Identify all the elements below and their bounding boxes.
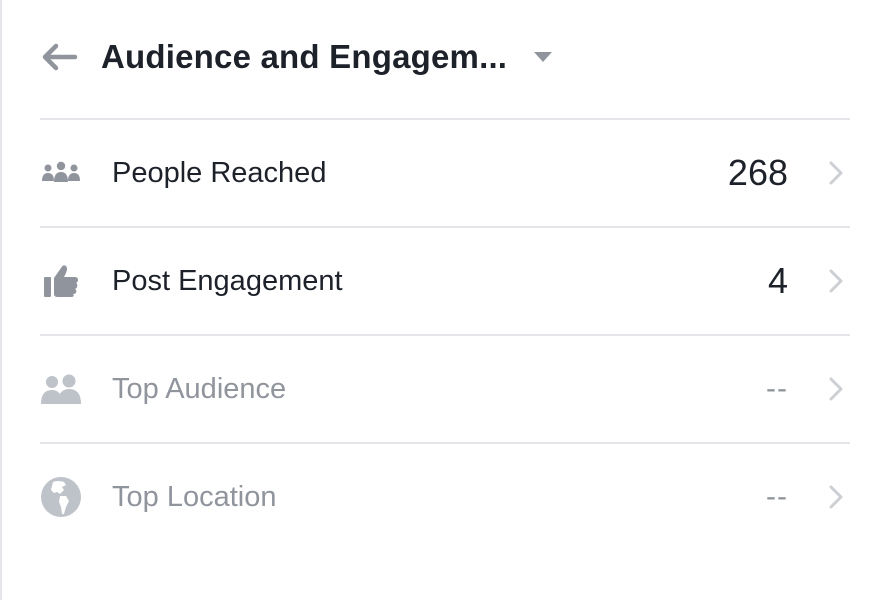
metric-label: Top Location: [112, 480, 277, 513]
metric-value: --: [766, 372, 788, 405]
page-title: Audience and Engagem...: [101, 38, 508, 75]
chevron-right-icon: [829, 161, 843, 185]
two-people-icon: [41, 374, 81, 404]
metric-label: Post Engagement: [112, 264, 343, 297]
metric-value: --: [766, 480, 788, 513]
title-dropdown-button[interactable]: [533, 51, 553, 63]
chevron-right-icon: [829, 485, 843, 509]
metric-row-people-reached[interactable]: People Reached 268: [40, 120, 850, 228]
caret-down-icon: [534, 52, 553, 62]
metric-row-post-engagement[interactable]: Post Engagement 4: [40, 228, 850, 336]
chevron-right-icon: [829, 269, 843, 293]
arrow-left-icon: [42, 43, 78, 71]
metric-label: Top Audience: [112, 372, 287, 405]
metric-value: 268: [727, 152, 788, 193]
back-button[interactable]: [40, 37, 80, 77]
metric-value: 4: [767, 260, 788, 301]
chevron-right-icon: [829, 377, 843, 401]
thumbs-up-icon: [44, 265, 78, 297]
insights-panel: Audience and Engagem... People Reached 2…: [0, 0, 873, 600]
panel-header: Audience and Engagem...: [40, 0, 850, 120]
metric-label: People Reached: [112, 156, 327, 189]
metric-row-top-audience[interactable]: Top Audience --: [40, 336, 850, 444]
globe-icon: [41, 477, 81, 517]
metric-row-top-location[interactable]: Top Location --: [40, 444, 850, 550]
people-group-icon: [42, 161, 80, 182]
